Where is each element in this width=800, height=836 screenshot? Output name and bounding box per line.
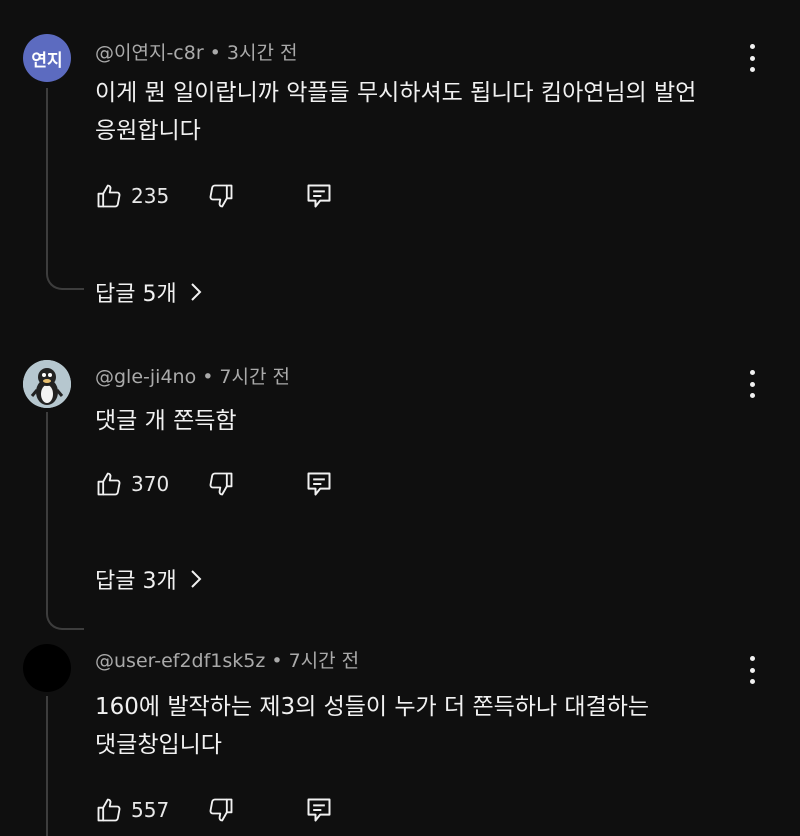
- more-vert-icon: [749, 44, 755, 49]
- comment-text-line: 160에 발작하는 제3의 성들이 누가 더 쫀득하나 대결하는: [95, 694, 650, 720]
- meta-separator: •: [202, 366, 214, 388]
- like-button[interactable]: 235: [95, 182, 169, 210]
- dislike-button[interactable]: [207, 470, 235, 498]
- comment-actions: 235: [95, 182, 333, 210]
- comment-text-line: 댓글창입니다: [95, 732, 222, 758]
- comment-text-line: 이게 뭔 일이랍니까 악플들 무시하셔도 됩니다 킴아연님의 발언: [95, 80, 697, 106]
- meta-separator: •: [271, 650, 283, 672]
- comment-text-line: 응원합니다: [95, 118, 201, 144]
- reply-button[interactable]: [305, 182, 333, 210]
- more-vert-icon: [749, 370, 755, 375]
- thumbs-down-icon: [209, 798, 233, 822]
- thumbs-up-icon: [97, 184, 121, 208]
- chevron-right-icon: [191, 570, 202, 588]
- reply-button[interactable]: [305, 796, 333, 824]
- like-count: 370: [131, 472, 170, 496]
- dislike-button[interactable]: [207, 796, 235, 824]
- comment-meta: @gle-ji4no • 7시간 전: [95, 362, 290, 389]
- replies-label: 답글 5개: [95, 282, 177, 307]
- comment-actions: 557: [95, 796, 333, 824]
- comment-reply-icon: [307, 798, 331, 822]
- like-button[interactable]: 370: [95, 470, 169, 498]
- meta-separator: •: [209, 42, 221, 64]
- comment-text: 댓글 개 쫀득함: [95, 402, 735, 440]
- reply-button[interactable]: [305, 470, 333, 498]
- like-button[interactable]: 557: [95, 796, 169, 824]
- like-count: 557: [131, 798, 170, 822]
- penguin-avatar[interactable]: [23, 360, 71, 408]
- like-count: 235: [131, 184, 170, 208]
- more-options-button[interactable]: [742, 370, 762, 398]
- comment-meta: @이연지-c8r • 3시간 전: [95, 38, 297, 65]
- thread-line: [46, 412, 84, 630]
- avatar-initials: 연지: [31, 50, 63, 71]
- comment-text: 이게 뭔 일이랍니까 악플들 무시하셔도 됩니다 킴아연님의 발언 응원합니다: [95, 74, 735, 150]
- thumbs-up-icon: [97, 472, 121, 496]
- more-options-button[interactable]: [742, 656, 762, 684]
- comment-text-line: 댓글 개 쫀득함: [95, 408, 237, 434]
- thread-line: [46, 88, 84, 290]
- comment-time: 7시간 전: [219, 366, 290, 388]
- thumbs-up-icon: [97, 798, 121, 822]
- comment-time: 7시간 전: [288, 650, 360, 672]
- avatar[interactable]: 연지: [23, 34, 71, 82]
- thumbs-down-icon: [209, 184, 233, 208]
- comment-author[interactable]: @user-ef2df1sk5z: [95, 650, 265, 672]
- comment-reply-icon: [307, 184, 331, 208]
- chevron-right-icon: [191, 283, 202, 301]
- more-vert-icon: [749, 656, 755, 661]
- comment-actions: 370: [95, 470, 333, 498]
- comment-author[interactable]: @gle-ji4no: [95, 366, 196, 388]
- penguin-icon: [23, 360, 71, 408]
- comment-time: 3시간 전: [226, 42, 298, 64]
- comment-author[interactable]: @이연지-c8r: [95, 42, 204, 64]
- thread-line: [46, 696, 84, 836]
- comment-meta: @user-ef2df1sk5z • 7시간 전: [95, 646, 359, 673]
- comment-reply-icon: [307, 472, 331, 496]
- black-avatar[interactable]: [23, 644, 71, 692]
- thumbs-down-icon: [209, 472, 233, 496]
- replies-label: 답글 3개: [95, 569, 177, 594]
- dislike-button[interactable]: [207, 182, 235, 210]
- comment-text: 160에 발작하는 제3의 성들이 누가 더 쫀득하나 대결하는 댓글창입니다: [95, 688, 735, 764]
- more-options-button[interactable]: [742, 44, 762, 72]
- replies-toggle[interactable]: 답글 5개: [95, 276, 203, 308]
- replies-toggle[interactable]: 답글 3개: [95, 563, 203, 595]
